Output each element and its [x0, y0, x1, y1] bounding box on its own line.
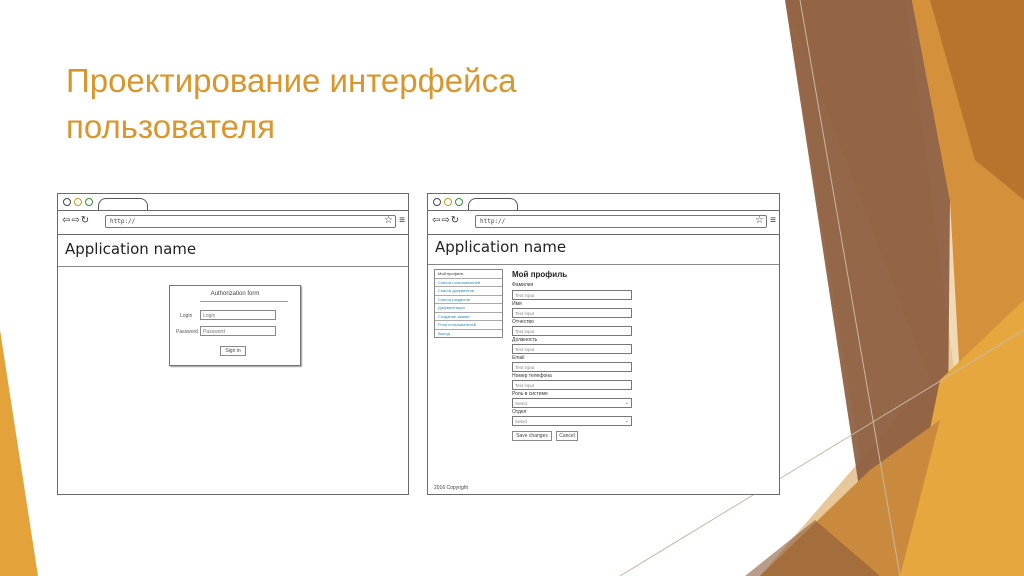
text-input: Text input — [512, 344, 632, 354]
role-select: Select ⌄ — [512, 398, 632, 408]
password-input: Password — [200, 326, 276, 336]
nav-arrows: ⇦⇨↻ — [62, 215, 90, 226]
password-label: Password — [176, 329, 198, 335]
login-mockup: ⇦⇨↻ http:// ☆ ≡ Application name Authori… — [57, 193, 409, 495]
browser-chrome: ⇦⇨↻ http:// ☆ ≡ — [428, 194, 779, 235]
chevron-down-icon: ⌄ — [624, 400, 629, 406]
nav-item: Список документов — [435, 287, 502, 296]
form-title: Мой профиль — [512, 270, 568, 279]
nav-item: Роли пользователей — [435, 321, 502, 330]
field-label: Должность — [512, 337, 538, 343]
nav-item: Создание заявки — [435, 313, 502, 321]
maximize-dot-icon — [85, 198, 93, 206]
star-icon: ☆ — [384, 215, 393, 226]
nav-item: Выход — [438, 330, 450, 336]
minimize-dot-icon — [74, 198, 82, 206]
window-controls — [63, 198, 93, 206]
hamburger-icon: ≡ — [399, 215, 405, 226]
nav-arrows: ⇦⇨↻ — [432, 215, 460, 226]
save-changes-button: Save changes — [512, 431, 552, 441]
field-label: Фамилия — [512, 282, 534, 288]
text-input: Text input — [512, 380, 632, 390]
app-name: Application name — [435, 238, 567, 256]
chevron-down-icon: ⌄ — [624, 418, 629, 424]
text-input: Text input — [512, 290, 632, 300]
sign-in-button: Sign in — [220, 346, 246, 356]
authorization-form: Authorization form Login Login Password … — [169, 285, 301, 366]
text-input: Text input — [512, 326, 632, 336]
close-dot-icon — [63, 198, 71, 206]
close-dot-icon — [433, 198, 441, 206]
back-arrow-icon: ⇦ — [432, 215, 442, 226]
nav-item: Документация — [435, 304, 502, 313]
select-label: Отдел — [512, 409, 527, 415]
browser-chrome: ⇦⇨↻ http:// ☆ ≡ — [58, 194, 408, 235]
profile-mockup: ⇦⇨↻ http:// ☆ ≡ Application name Мой про… — [427, 193, 780, 495]
back-arrow-icon: ⇦ — [62, 215, 72, 226]
nav-item: Мой профиль — [435, 270, 502, 279]
field-label: Имя — [512, 301, 522, 307]
star-icon: ☆ — [755, 215, 764, 226]
minimize-dot-icon — [444, 198, 452, 206]
forward-arrow-icon: ⇨ — [71, 215, 81, 226]
address-bar: http:// — [105, 215, 396, 228]
field-label: Email — [512, 355, 525, 361]
cancel-button: Cancel — [556, 431, 578, 441]
maximize-dot-icon — [455, 198, 463, 206]
login-label: Login — [180, 313, 193, 319]
slide-title: Проектирование интерфейса пользователя — [66, 58, 706, 150]
window-controls — [433, 198, 463, 206]
department-select: Select ⌄ — [512, 416, 632, 426]
text-input: Text input — [512, 362, 632, 372]
reload-icon: ↻ — [80, 215, 91, 226]
slide-title-line-2: пользователя — [66, 108, 275, 145]
select-value: Select — [515, 401, 528, 406]
forward-arrow-icon: ⇨ — [441, 215, 451, 226]
hamburger-icon: ≡ — [770, 215, 776, 226]
reload-icon: ↻ — [450, 215, 461, 226]
select-label: Роль в системе — [512, 391, 548, 397]
address-bar: http:// — [475, 215, 767, 228]
side-navigation: Мой профиль Список пользователей Список … — [434, 269, 503, 338]
slide-title-line-1: Проектирование интерфейса — [66, 62, 517, 99]
field-label: Отчество — [512, 319, 534, 325]
login-input: Login — [200, 310, 276, 320]
app-name: Application name — [65, 240, 197, 258]
text-input: Text input — [512, 308, 632, 318]
select-value: Select — [515, 419, 528, 424]
form-title: Authorization form — [210, 291, 260, 297]
nav-item: Список разделов — [435, 296, 502, 304]
nav-item: Список пользователей — [435, 279, 502, 287]
field-label: Номер телефона — [512, 373, 552, 379]
copyright: 2016 Copyright — [434, 485, 468, 491]
